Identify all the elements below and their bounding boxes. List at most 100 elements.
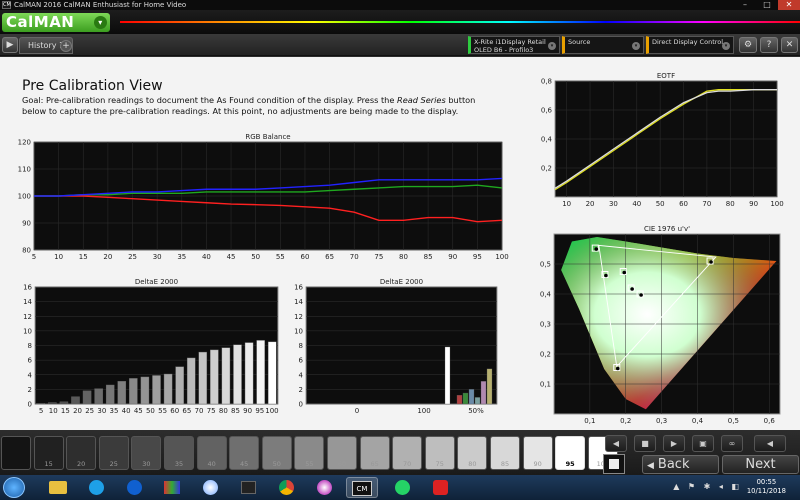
patch-90[interactable]: 90 <box>522 436 553 470</box>
app-icon: CM <box>2 1 11 9</box>
x-tick-label: 45 <box>227 253 236 261</box>
color-app-icon[interactable] <box>424 477 456 498</box>
patch-95[interactable]: 95 <box>555 436 586 470</box>
patch-80[interactable]: 80 <box>457 436 488 470</box>
close-button[interactable]: ✕ <box>778 0 800 10</box>
teamviewer-icon[interactable] <box>118 477 150 498</box>
x-tick-label: 50 <box>251 253 260 261</box>
x-tick-label: 25 <box>85 407 94 415</box>
y-tick-label: 14 <box>23 298 32 306</box>
file-explorer-icon[interactable] <box>42 477 74 498</box>
bar <box>221 347 231 405</box>
meter-dropdown[interactable]: X-Rite i1Display Retail OLED B6 - Profil… <box>468 36 560 54</box>
bar <box>163 373 173 405</box>
start-button[interactable] <box>3 477 25 498</box>
paint-icon[interactable] <box>194 477 226 498</box>
previous-button[interactable]: ◀ <box>605 435 627 452</box>
source-label: Source <box>568 38 591 46</box>
cie-chart: CIE 1976 u'v' 0,1 0,2 0,3 0,4 0,5 0,1 0,2 0,3 0,4… <box>540 225 781 425</box>
x-tick-label: 0,2 <box>620 417 631 425</box>
close-workflow-button[interactable]: ✕ <box>781 37 798 53</box>
y-tick-label: 8 <box>28 342 32 350</box>
patch-75[interactable]: 75 <box>424 436 455 470</box>
y-tick-label: 12 <box>23 313 32 321</box>
bar <box>140 376 150 405</box>
x-tick-label: 95 <box>255 407 264 415</box>
expand-panel-button[interactable]: ▶ <box>2 37 18 53</box>
title-bar: CM CalMAN 2016 CalMAN Enthusiast for Hom… <box>0 0 800 10</box>
x-tick-label: 60 <box>170 407 179 415</box>
x-tick-label: 65 <box>182 407 191 415</box>
patch-45[interactable]: 45 <box>229 436 260 470</box>
patch-65[interactable]: 65 <box>359 436 390 470</box>
bar <box>129 378 138 405</box>
x-tick-label: 60 <box>300 253 309 261</box>
y-tick-label: 110 <box>18 166 31 174</box>
back-arrow-icon: ◀ <box>647 461 654 471</box>
spectrum-bar <box>120 21 800 23</box>
x-tick-label: 20 <box>103 253 112 261</box>
source-dropdown[interactable]: Source ▾ <box>562 36 644 54</box>
display-control-dropdown[interactable]: Direct Display Control ▾ <box>646 36 734 54</box>
y-tick-label: 10 <box>23 327 32 335</box>
play-button[interactable]: ▶ <box>663 435 685 452</box>
patch-50[interactable]: 50 <box>261 436 292 470</box>
patch-55[interactable]: 55 <box>294 436 325 470</box>
save-button[interactable]: ▣ <box>692 435 714 452</box>
x-tick-label: 80 <box>399 253 408 261</box>
measured-point <box>604 273 608 278</box>
patch-30[interactable]: 30 <box>131 436 162 470</box>
collapse-button[interactable]: ◀ <box>754 435 786 452</box>
back-button[interactable]: ◀ Back <box>642 455 719 474</box>
patch-60[interactable]: 60 <box>327 436 357 470</box>
calman-taskbar-icon[interactable]: CM <box>346 477 378 498</box>
whatsapp-icon[interactable] <box>386 477 418 498</box>
clock-time: 00:55 <box>756 478 777 486</box>
patch-25[interactable]: 25 <box>98 436 129 470</box>
patch-35[interactable]: 35 <box>164 436 194 470</box>
patch-black[interactable] <box>1 436 31 470</box>
patch-40[interactable]: 40 <box>196 436 227 470</box>
y-tick-label: 100 <box>18 193 31 201</box>
patch-85[interactable]: 85 <box>490 436 520 470</box>
x-tick-label: 10 <box>54 253 63 261</box>
patch-15[interactable]: 15 <box>33 436 64 470</box>
next-label: Next <box>745 457 776 472</box>
y-tick-label: 0 <box>28 401 32 409</box>
bar <box>244 342 254 405</box>
minimize-button[interactable]: – <box>734 0 756 10</box>
y-tick-label: 4 <box>28 371 33 379</box>
bar <box>480 381 487 405</box>
imaging-app-icon[interactable] <box>308 477 340 498</box>
x-tick-label: 5 <box>32 253 36 261</box>
y-tick-label: 0,6 <box>541 107 553 115</box>
bar <box>48 402 57 405</box>
settings-button[interactable]: ⚙ <box>739 37 757 53</box>
patch-70[interactable]: 70 <box>392 436 423 470</box>
stop-read-button[interactable] <box>603 454 625 474</box>
add-tab-button[interactable]: + <box>60 40 72 52</box>
skype-icon[interactable] <box>80 477 112 498</box>
y-tick-label: 120 <box>18 139 31 147</box>
stats-app-icon[interactable] <box>156 477 188 498</box>
meter-profile: OLED B6 - Profilo3 <box>474 46 534 54</box>
calman-logo-menu[interactable]: CalMAN ▾ <box>2 13 110 32</box>
bar <box>71 396 80 405</box>
loop-button[interactable]: ∞ <box>721 435 743 452</box>
help-button[interactable]: ? <box>760 37 778 53</box>
media-app-icon[interactable] <box>232 477 264 498</box>
stop-button[interactable]: ■ <box>634 435 656 452</box>
maximize-button[interactable]: □ <box>756 0 778 10</box>
patch-20[interactable]: 20 <box>66 436 97 470</box>
x-tick-label: 40 <box>202 253 211 261</box>
x-tick-label: 40 <box>122 407 131 415</box>
bar <box>198 351 208 405</box>
clock[interactable]: 00:55 10/11/2018 <box>747 478 786 496</box>
goal-italic: Read Series <box>397 95 446 105</box>
next-button[interactable]: Next <box>722 455 799 474</box>
x-tick-label: 70 <box>350 253 359 261</box>
bar <box>456 395 463 405</box>
system-tray[interactable]: ▲ ⚑ ✱ ◂ ◧ <box>673 482 742 491</box>
chrome-icon[interactable] <box>270 477 302 498</box>
x-tick-label: 75 <box>374 253 383 261</box>
